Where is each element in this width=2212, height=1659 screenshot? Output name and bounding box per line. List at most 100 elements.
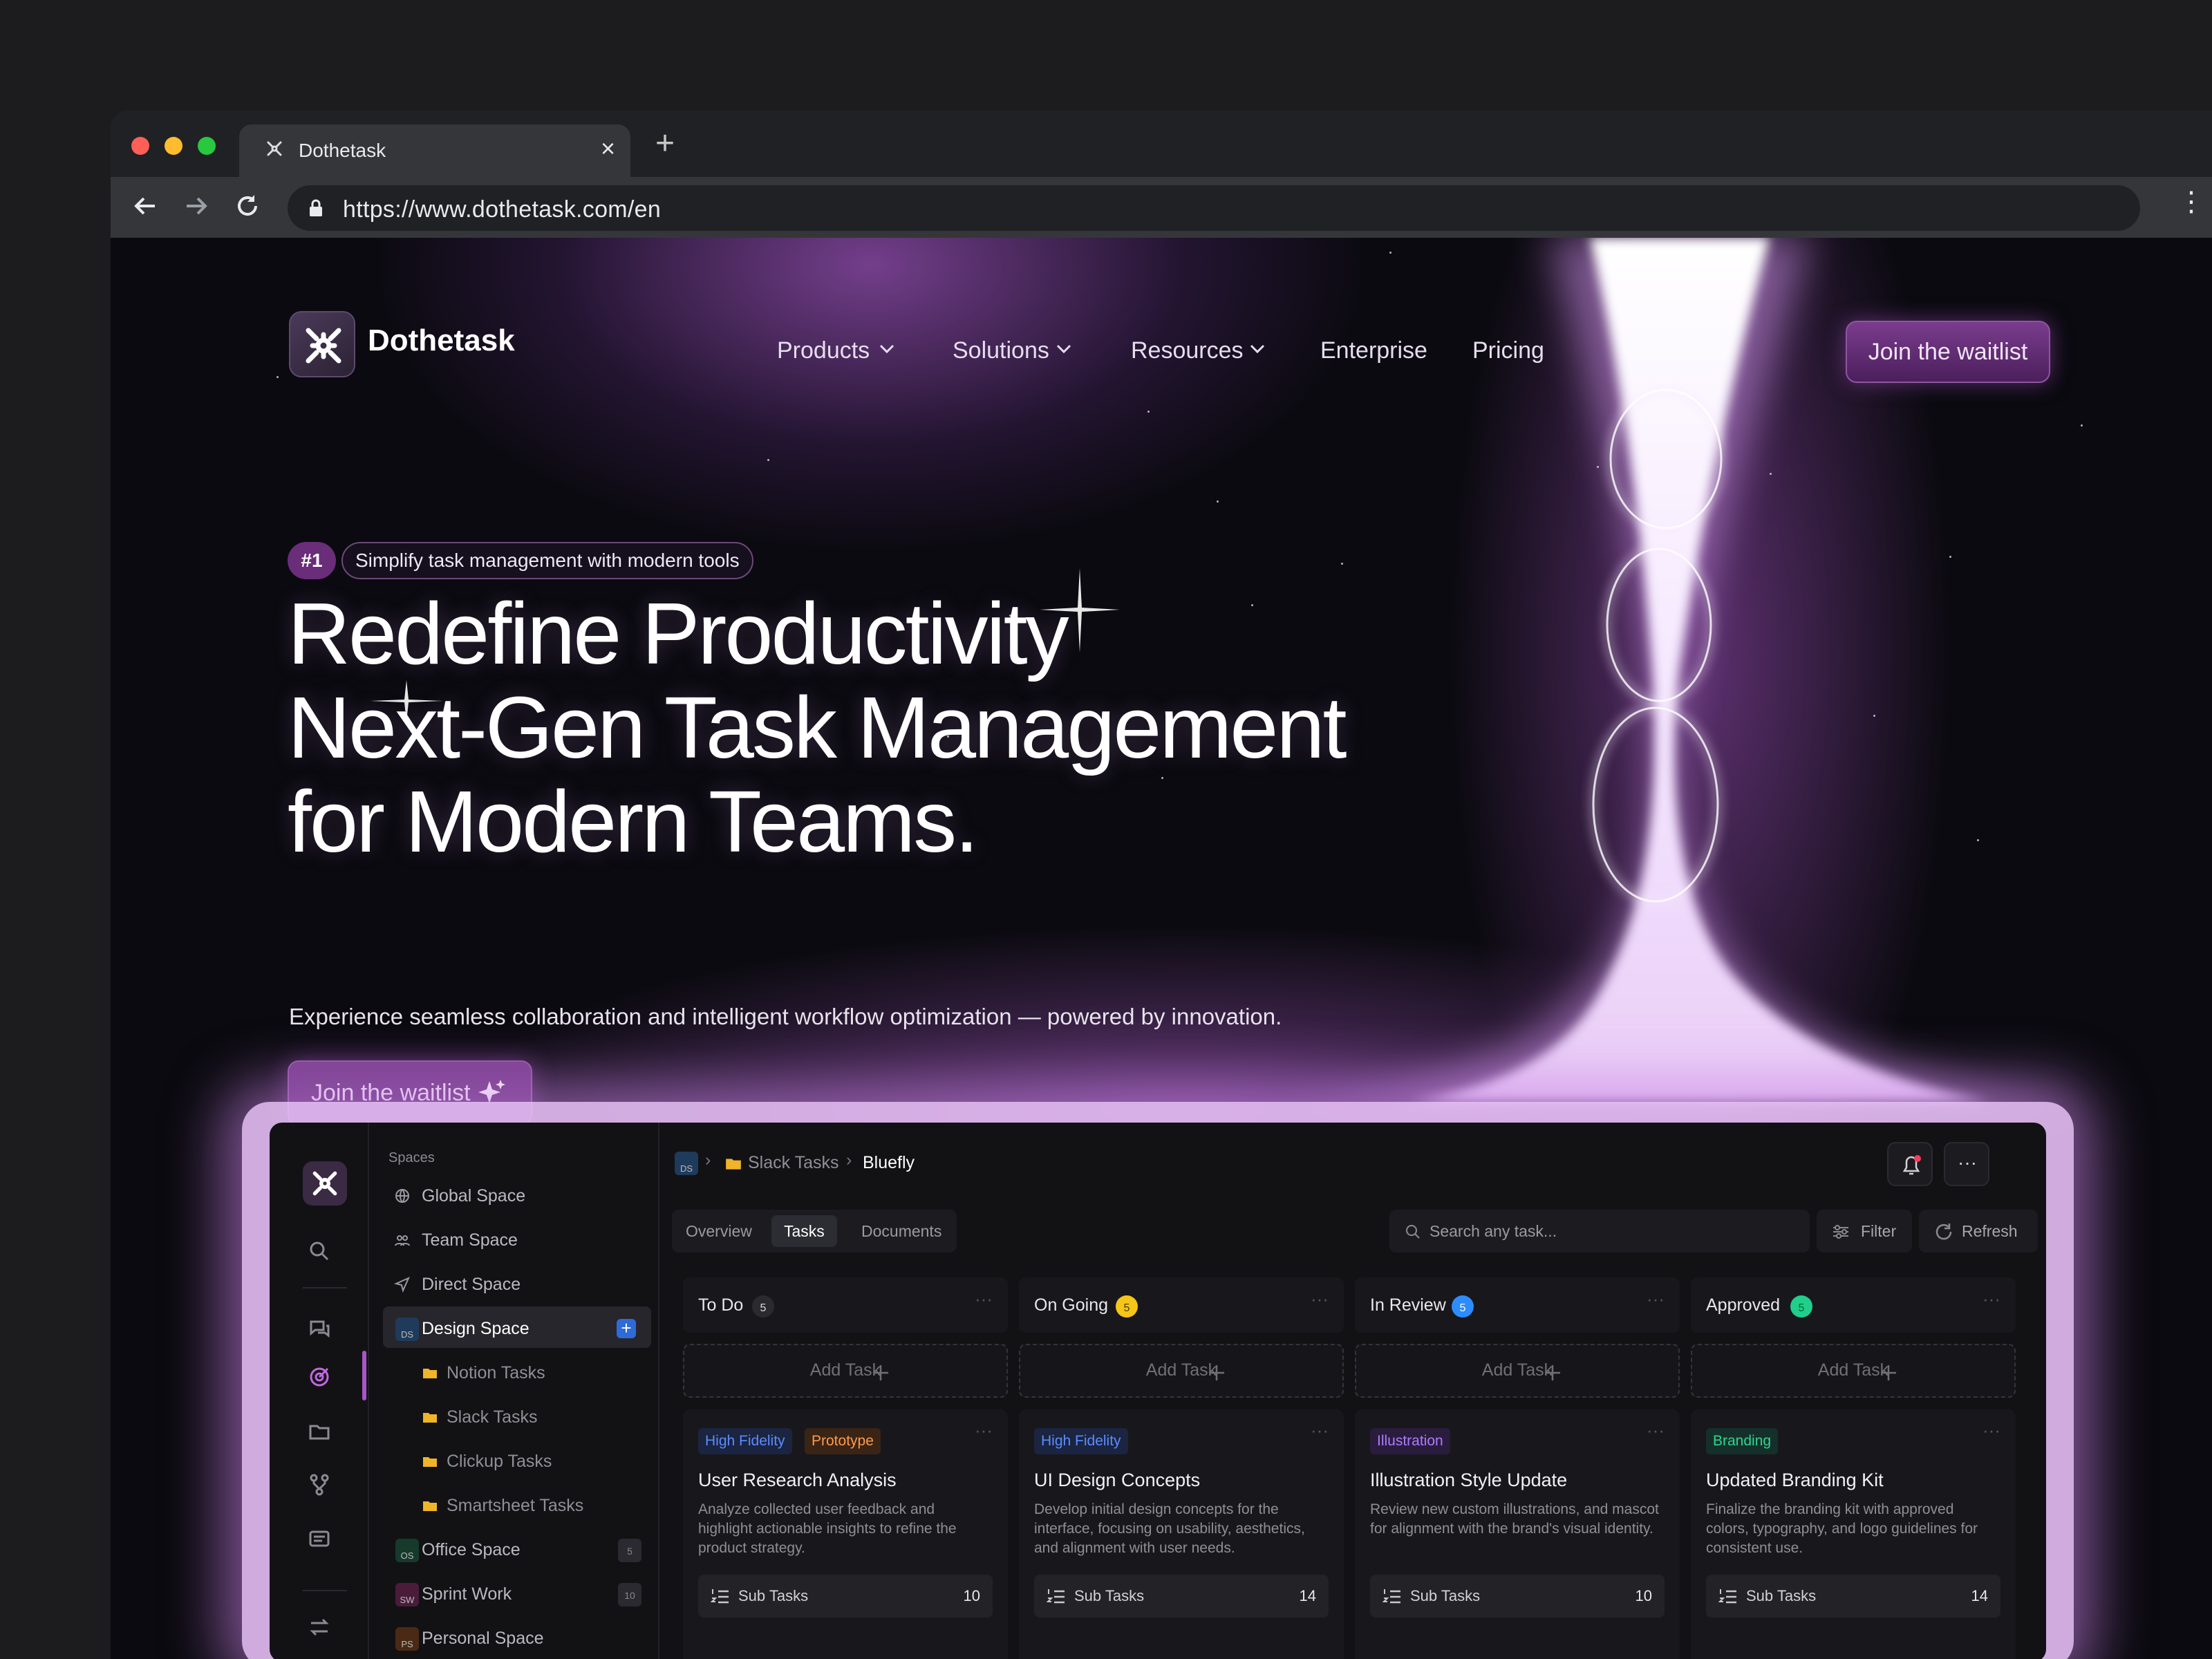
add-to-space-button[interactable]: + (617, 1319, 636, 1338)
globe-icon (395, 1189, 409, 1203)
add-task-label: Add Task (809, 1360, 881, 1380)
subtasks-row[interactable]: Sub Tasks 14 (1034, 1575, 1329, 1618)
app-logo-icon[interactable] (303, 1161, 347, 1206)
task-card[interactable]: High Fidelity ··· UI Design Concepts Dev… (1019, 1409, 1344, 1659)
browser-menu-icon[interactable]: ⋮ (2177, 188, 2205, 216)
folder-smartsheet-tasks[interactable]: Smartsheet Tasks (383, 1483, 651, 1525)
tab-overview[interactable]: Overview (673, 1215, 765, 1247)
add-task-button[interactable]: Add Task (683, 1344, 1008, 1398)
column-header: To Do 5 ··· (683, 1277, 1008, 1333)
space-label: Team Space (422, 1230, 518, 1250)
card-title: Illustration Style Update (1370, 1470, 1568, 1490)
branch-icon[interactable] (307, 1472, 332, 1497)
tab-title: Dothetask (299, 140, 386, 161)
folder-notion-tasks[interactable]: Notion Tasks (383, 1351, 651, 1392)
card-description: Finalize the branding kit with approved … (1706, 1501, 1978, 1556)
card-menu-icon[interactable]: ··· (1647, 1420, 1665, 1441)
folder-slack-tasks[interactable]: Slack Tasks (383, 1395, 651, 1436)
chevron-down-icon[interactable] (1247, 339, 1268, 359)
close-window-button[interactable] (131, 137, 149, 155)
notifications-button[interactable] (1887, 1142, 1933, 1186)
space-office[interactable]: OS Office Space 5 (383, 1528, 651, 1569)
chevron-right-icon: › (705, 1150, 711, 1170)
ps-avatar: PS (395, 1627, 419, 1651)
column-header: In Review 5 ··· (1355, 1277, 1680, 1333)
nav-products[interactable]: Products (777, 337, 870, 364)
maximize-window-button[interactable] (198, 137, 216, 155)
subtasks-row[interactable]: Sub Tasks 10 (1370, 1575, 1665, 1618)
task-card[interactable]: Illustration ··· Illustration Style Upda… (1355, 1409, 1680, 1659)
space-team[interactable]: Team Space (383, 1218, 651, 1259)
bell-icon (1902, 1155, 1921, 1175)
back-icon[interactable] (131, 192, 159, 220)
tag-badge: Illustration (1370, 1428, 1450, 1454)
space-direct[interactable]: Direct Space (383, 1262, 651, 1304)
refresh-label: Refresh (1962, 1222, 2018, 1240)
column-menu-icon[interactable]: ··· (1983, 1288, 2000, 1310)
column-title: On Going (1034, 1295, 1109, 1315)
task-search-input[interactable]: Search any task... (1389, 1210, 1810, 1253)
plus-icon (873, 1365, 888, 1380)
plus-icon (1545, 1365, 1560, 1380)
column-menu-icon[interactable]: ··· (1647, 1288, 1665, 1310)
new-tab-button[interactable]: + (655, 127, 675, 160)
space-label: Global Space (422, 1186, 526, 1206)
hero-subtitle: Experience seamless collaboration and in… (289, 1004, 1282, 1029)
space-personal[interactable]: PS Personal Space (383, 1616, 651, 1658)
card-menu-icon[interactable]: ··· (1983, 1420, 2000, 1441)
list-card-icon[interactable] (307, 1526, 332, 1551)
crumb-folder[interactable]: Slack Tasks (748, 1153, 839, 1173)
subtasks-label: Sub Tasks (1074, 1587, 1145, 1604)
refresh-button[interactable]: Refresh (1919, 1210, 2038, 1253)
card-menu-icon[interactable]: ··· (975, 1420, 993, 1441)
browser-tab[interactable]: Dothetask × (239, 124, 630, 177)
more-options-button[interactable]: ··· (1944, 1142, 1989, 1186)
nav-solutions[interactable]: Solutions (953, 337, 1049, 364)
spaces-heading: Spaces (388, 1150, 435, 1165)
subtasks-count: 14 (1971, 1587, 1988, 1604)
folder-clickup-tasks[interactable]: Clickup Tasks (383, 1439, 651, 1481)
chevron-down-icon[interactable] (877, 339, 897, 359)
space-design[interactable]: DS Design Space + (383, 1306, 651, 1348)
os-avatar: OS (395, 1539, 419, 1562)
close-tab-icon[interactable]: × (601, 134, 615, 163)
logo-icon[interactable] (289, 311, 355, 377)
address-bar[interactable]: https://www.dothetask.com/en (288, 185, 2140, 231)
subtasks-row[interactable]: Sub Tasks 14 (1706, 1575, 2000, 1618)
nav-resources[interactable]: Resources (1131, 337, 1244, 364)
header-waitlist-button[interactable]: Join the waitlist (1846, 321, 2050, 383)
list-numbered-icon (711, 1589, 729, 1604)
space-global[interactable]: Global Space (383, 1174, 651, 1215)
list-numbered-icon (1047, 1589, 1065, 1604)
reload-icon[interactable] (234, 192, 261, 220)
brand-name[interactable]: Dothetask (368, 324, 515, 358)
target-icon[interactable] (307, 1365, 332, 1389)
add-task-button[interactable]: Add Task (1355, 1344, 1680, 1398)
nav-enterprise[interactable]: Enterprise (1320, 337, 1427, 364)
space-sprint-work[interactable]: SW Sprint Work 10 (383, 1572, 651, 1613)
subtasks-row[interactable]: Sub Tasks 10 (698, 1575, 993, 1618)
filter-button[interactable]: Filter (1817, 1210, 1912, 1253)
folder-icon (423, 1413, 437, 1423)
minimize-window-button[interactable] (165, 137, 182, 155)
add-task-button[interactable]: Add Task (1019, 1344, 1344, 1398)
crumb-root[interactable]: DS (675, 1152, 698, 1175)
chevron-down-icon[interactable] (1053, 339, 1074, 359)
task-card[interactable]: High Fidelity Prototype ··· User Researc… (683, 1409, 1008, 1659)
plus-icon (1209, 1365, 1224, 1380)
add-task-label: Add Task (1481, 1360, 1553, 1380)
add-task-button[interactable]: Add Task (1691, 1344, 2016, 1398)
chat-icon[interactable] (307, 1316, 332, 1341)
task-card[interactable]: Branding ··· Updated Branding Kit Finali… (1691, 1409, 2016, 1659)
search-icon[interactable] (307, 1239, 332, 1264)
tab-documents[interactable]: Documents (849, 1215, 954, 1247)
card-menu-icon[interactable]: ··· (1311, 1420, 1329, 1441)
nav-pricing[interactable]: Pricing (1472, 337, 1544, 364)
column-menu-icon[interactable]: ··· (1311, 1288, 1329, 1310)
folders-icon[interactable] (307, 1418, 332, 1443)
tab-tasks[interactable]: Tasks (771, 1215, 837, 1247)
column-menu-icon[interactable]: ··· (975, 1288, 993, 1310)
hero-headline-line-3: for Modern Teams. (288, 773, 979, 870)
swap-icon[interactable] (307, 1615, 332, 1640)
forward-icon[interactable] (182, 192, 210, 220)
